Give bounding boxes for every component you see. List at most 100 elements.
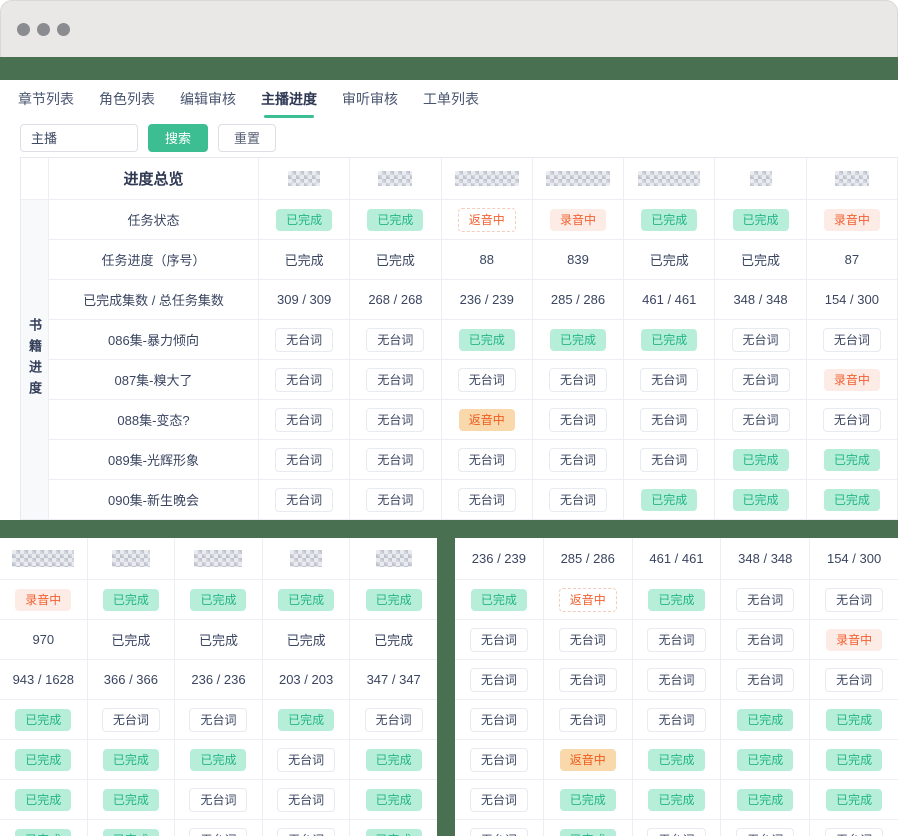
panel-cell: 无台词 (633, 820, 722, 836)
status-badge: 已完成 (278, 709, 334, 731)
status-badge: 已完成 (366, 749, 422, 771)
redacted-name-blur (290, 550, 322, 567)
panel-cell: 已完成 (455, 580, 544, 620)
table-cell: 已完成 (350, 200, 441, 240)
panel-cell: 已完成 (350, 740, 437, 780)
window-close-button[interactable] (17, 23, 30, 36)
redacted-name-blur (194, 550, 242, 567)
panel-cell: 无台词 (175, 820, 263, 836)
table-cell: 348 / 348 (715, 280, 806, 320)
tab-item-6[interactable]: 工单列表 (423, 89, 479, 109)
search-input[interactable] (20, 124, 138, 152)
status-badge: 无台词 (189, 788, 247, 812)
tab-item-4[interactable]: 主播进度 (261, 89, 317, 109)
status-badge: 已完成 (641, 489, 697, 511)
status-badge: 录音中 (824, 369, 880, 391)
panel-cell: 已完成 (0, 820, 88, 836)
status-badge: 无台词 (189, 708, 247, 732)
overview-header-cell: 进度总览 (49, 158, 259, 200)
cell-text: 已完成 (111, 630, 150, 649)
tab-item-3[interactable]: 编辑审核 (180, 89, 236, 109)
table-cell: 无台词 (624, 360, 715, 400)
panel-row: 已完成已完成无台词无台词已完成 (0, 820, 437, 836)
panel-cell: 无台词 (455, 620, 544, 660)
window-minimize-button[interactable] (37, 23, 50, 36)
panel-cell: 无台词 (633, 660, 722, 700)
tab-item-2[interactable]: 角色列表 (99, 89, 155, 109)
table-cell: 无台词 (350, 320, 441, 360)
panel-cell: 已完成 (0, 780, 88, 820)
panel-cell: 已完成 (633, 580, 722, 620)
panel-cell: 无台词 (633, 620, 722, 660)
table-cell: 无台词 (259, 480, 350, 520)
panel-header-cell-5 (350, 538, 437, 580)
table-cell: 已完成 (715, 240, 806, 280)
redacted-name-blur (112, 550, 150, 567)
row-label-cell: 088集-变态? (49, 400, 259, 440)
panel-cell: 无台词 (721, 660, 810, 700)
status-badge: 无台词 (277, 788, 335, 812)
row-label-cell: 任务状态 (49, 200, 259, 240)
status-badge: 无台词 (549, 368, 607, 392)
table-cell: 录音中 (533, 200, 624, 240)
status-badge: 无台词 (825, 588, 883, 612)
panel-cell: 已完成 (721, 780, 810, 820)
status-badge: 无台词 (732, 328, 790, 352)
table-cell: 无台词 (442, 440, 533, 480)
status-badge: 无台词 (365, 708, 423, 732)
search-button[interactable]: 搜索 (148, 124, 208, 152)
status-badge: 无台词 (275, 368, 333, 392)
status-badge: 无台词 (458, 368, 516, 392)
cell-text: 154 / 300 (825, 292, 879, 307)
table-cell: 已完成 (624, 480, 715, 520)
status-badge: 已完成 (737, 789, 793, 811)
status-badge: 已完成 (560, 789, 616, 811)
cell-text: 已完成 (287, 630, 326, 649)
panel-row: 943 / 1628366 / 366236 / 236203 / 203347… (0, 660, 437, 700)
panel-cell: 348 / 348 (721, 538, 810, 580)
table-cell: 285 / 286 (533, 280, 624, 320)
cell-text: 已完成 (650, 250, 689, 269)
table-header-row: 进度总览 (21, 158, 898, 200)
panel-cell: 已完成 (88, 780, 176, 820)
status-badge: 已完成 (103, 829, 159, 836)
status-badge: 返音中 (458, 208, 516, 232)
reset-button[interactable]: 重置 (218, 124, 276, 152)
panel-cell: 已完成 (350, 780, 437, 820)
table-rows: 任务状态已完成已完成返音中录音中已完成已完成录音中任务进度（序号）已完成已完成8… (49, 200, 898, 520)
panel-row: 无台词已完成无台词无台词无台词 (455, 820, 898, 836)
redacted-name-blur (546, 171, 610, 186)
window-maximize-button[interactable] (57, 23, 70, 36)
panel-row: 已完成返音中已完成无台词无台词 (455, 580, 898, 620)
panel-cell: 已完成 (0, 740, 88, 780)
table-cell: 已完成 (350, 240, 441, 280)
panel-cell: 已完成 (88, 740, 176, 780)
panel-cell: 已完成 (350, 580, 437, 620)
row-label-cell: 089集-光辉形象 (49, 440, 259, 480)
table-row: 086集-暴力倾向无台词无台词已完成已完成已完成无台词无台词 (49, 320, 898, 360)
status-badge: 无台词 (366, 488, 424, 512)
panel-cell: 无台词 (175, 700, 263, 740)
panel-cell: 已完成 (810, 740, 898, 780)
status-badge: 无台词 (275, 328, 333, 352)
status-badge: 无台词 (366, 328, 424, 352)
table-cell: 无台词 (533, 440, 624, 480)
status-badge: 返音中 (459, 409, 515, 431)
status-badge: 录音中 (824, 209, 880, 231)
tab-item-5[interactable]: 审听审核 (342, 89, 398, 109)
cell-text: 236 / 239 (472, 551, 526, 566)
status-badge: 无台词 (732, 368, 790, 392)
status-badge: 录音中 (15, 589, 71, 611)
panel-header-row (0, 538, 437, 580)
cell-text: 87 (845, 252, 859, 267)
status-badge: 已完成 (737, 709, 793, 731)
panel-cell: 无台词 (455, 740, 544, 780)
status-badge: 无台词 (470, 628, 528, 652)
table-cell: 无台词 (533, 360, 624, 400)
table-cell: 返音中 (442, 200, 533, 240)
panel-row: 无台词无台词无台词已完成已完成 (455, 700, 898, 740)
status-badge: 无台词 (470, 668, 528, 692)
status-badge: 无台词 (825, 668, 883, 692)
status-badge: 已完成 (648, 789, 704, 811)
tab-item-1[interactable]: 章节列表 (18, 89, 74, 109)
